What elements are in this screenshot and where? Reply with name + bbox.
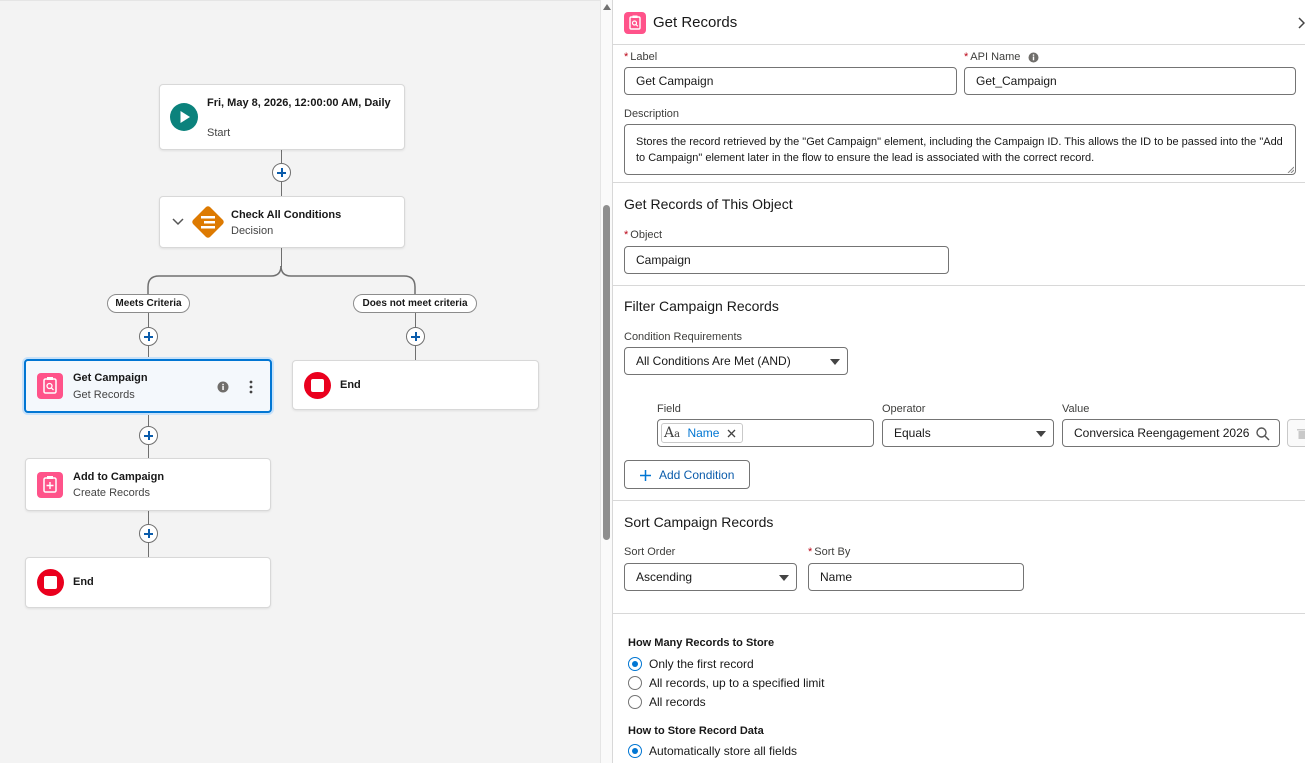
end-node-title: End: [73, 576, 94, 588]
operator-value: Equals: [894, 426, 931, 440]
sort-order-select[interactable]: Ascending: [624, 563, 797, 591]
how-to-store-title: How to Store Record Data: [628, 725, 764, 737]
radio-label-all-records: All records: [649, 695, 706, 709]
chevron-right-icon[interactable]: [1297, 17, 1305, 29]
sort-section-title: Sort Campaign Records: [624, 514, 774, 530]
add-to-campaign-title: Add to Campaign: [73, 471, 165, 483]
filter-section-title: Filter Campaign Records: [624, 298, 779, 314]
add-element-button[interactable]: [272, 163, 291, 182]
field-column-label: Field: [657, 403, 681, 415]
chevron-down-icon[interactable]: [172, 217, 184, 227]
radio-label-first-record: Only the first record: [649, 657, 754, 671]
get-records-icon: [624, 12, 646, 34]
start-node-title: Fri, May 8, 2026, 12:00:00 AM, Daily: [207, 97, 391, 109]
scroll-up-arrow-icon[interactable]: [603, 4, 611, 10]
caret-down-icon: [830, 359, 840, 365]
scrollbar-thumb[interactable]: [603, 205, 610, 540]
condition-requirements-label: Condition Requirements: [624, 331, 743, 343]
radio-up-to-limit[interactable]: [628, 676, 642, 690]
value-input[interactable]: Conversica Reengagement 2026: [1062, 419, 1280, 447]
start-node[interactable]: Fri, May 8, 2026, 12:00:00 AM, Daily Sta…: [159, 84, 405, 150]
trash-icon: [1297, 429, 1305, 439]
branch-label-does-not-meet[interactable]: Does not meet criteria: [353, 294, 477, 313]
divider: [613, 182, 1305, 183]
flow-canvas[interactable]: Fri, May 8, 2026, 12:00:00 AM, Daily Sta…: [0, 0, 600, 763]
radio-label-up-to-limit: All records, up to a specified limit: [649, 676, 825, 690]
api-name-field-label: * API Name: [964, 51, 1021, 63]
resize-handle-icon[interactable]: [1287, 166, 1294, 173]
object-label: * Object: [624, 229, 663, 241]
add-condition-button[interactable]: Add Condition: [624, 460, 750, 489]
get-campaign-title: Get Campaign: [73, 372, 148, 384]
operator-column-label: Operator: [882, 403, 926, 415]
radio-label-auto-store: Automatically store all fields: [649, 744, 798, 758]
end-node-title: End: [340, 379, 361, 391]
properties-panel: Get Records * Label Get Campaign * API Nam…: [613, 0, 1305, 763]
label-field-label: * Label: [624, 51, 658, 63]
decision-icon: [192, 206, 224, 238]
delete-condition-button[interactable]: [1287, 419, 1305, 447]
value-column-label: Value: [1062, 403, 1090, 415]
add-element-button[interactable]: [139, 426, 158, 445]
radio-all-records[interactable]: [628, 695, 642, 709]
value-text: Conversica Reengagement 2026: [1074, 426, 1250, 440]
add-condition-label: Add Condition: [659, 468, 735, 482]
divider: [613, 613, 1305, 614]
radio-first-record[interactable]: [628, 657, 642, 671]
api-name-input[interactable]: Get_Campaign: [964, 67, 1296, 95]
sort-order-value: Ascending: [636, 570, 693, 584]
sort-order-label: Sort Order: [624, 546, 676, 558]
sort-by-input[interactable]: Name: [808, 563, 1024, 591]
end-node-right[interactable]: End: [292, 360, 539, 410]
info-icon[interactable]: [1028, 52, 1039, 63]
object-section-title: Get Records of This Object: [624, 196, 793, 212]
field-lookup-input[interactable]: Aa Name: [657, 419, 874, 447]
create-records-icon: [37, 472, 63, 498]
description-textarea[interactable]: Stores the record retrieved by the "Get …: [624, 124, 1296, 175]
add-element-button[interactable]: [406, 327, 425, 346]
decision-node-title: Check All Conditions: [231, 209, 342, 221]
canvas-scrollbar[interactable]: [600, 0, 613, 763]
divider: [613, 44, 1305, 45]
panel-title: Get Records: [653, 14, 738, 31]
description-label: Description: [624, 108, 680, 120]
info-icon[interactable]: [217, 381, 229, 393]
get-campaign-subtitle: Get Records: [73, 389, 135, 401]
close-icon[interactable]: [727, 429, 736, 438]
label-input[interactable]: Get Campaign: [624, 67, 957, 95]
play-icon: [170, 103, 198, 131]
divider: [613, 500, 1305, 501]
add-element-button[interactable]: [139, 524, 158, 543]
search-icon[interactable]: [1256, 427, 1270, 441]
add-to-campaign-subtitle: Create Records: [73, 487, 151, 499]
start-node-subtitle: Start: [207, 127, 231, 139]
add-icon: [640, 470, 651, 481]
text-field-icon: Aa: [664, 425, 681, 441]
stop-icon: [304, 372, 331, 399]
operator-select[interactable]: Equals: [882, 419, 1054, 447]
end-node-bottom[interactable]: End: [25, 557, 271, 608]
object-input[interactable]: Campaign: [624, 246, 949, 274]
more-actions-icon[interactable]: [248, 380, 254, 394]
decision-node-subtitle: Decision: [231, 225, 274, 237]
sort-by-label: * Sort By: [808, 546, 851, 558]
caret-down-icon: [779, 575, 789, 581]
branch-label-meets-criteria[interactable]: Meets Criteria: [107, 294, 190, 313]
decision-node[interactable]: Check All Conditions Decision: [159, 196, 405, 248]
caret-down-icon: [1036, 431, 1046, 437]
divider: [613, 285, 1305, 286]
add-to-campaign-node[interactable]: Add to Campaign Create Records: [25, 458, 271, 511]
radio-auto-store[interactable]: [628, 744, 642, 758]
stop-icon: [37, 569, 64, 596]
field-pill-label: Name: [687, 426, 720, 440]
condition-requirements-value: All Conditions Are Met (AND): [636, 354, 791, 368]
condition-requirements-select[interactable]: All Conditions Are Met (AND): [624, 347, 848, 375]
add-element-button[interactable]: [139, 327, 158, 346]
get-campaign-node[interactable]: Get Campaign Get Records: [24, 359, 272, 413]
field-pill[interactable]: Aa Name: [661, 423, 743, 443]
how-many-records-title: How Many Records to Store: [628, 637, 775, 649]
get-records-icon: [37, 373, 63, 399]
